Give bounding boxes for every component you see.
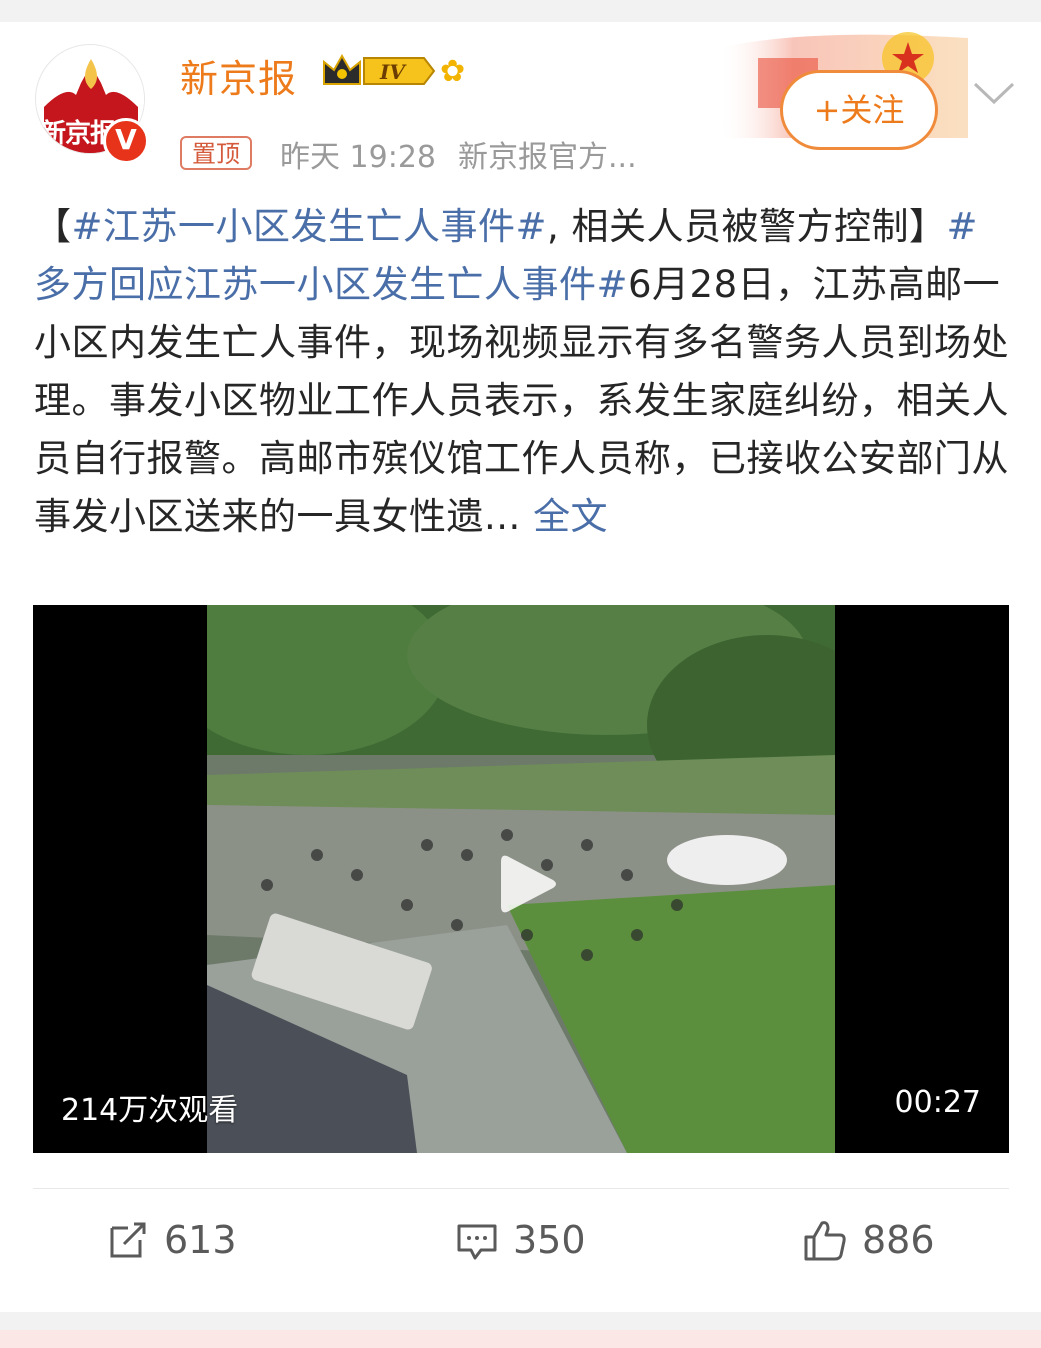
comment-icon xyxy=(457,1224,497,1260)
play-icon[interactable] xyxy=(493,850,561,918)
chevron-down-icon[interactable] xyxy=(972,80,1016,106)
post-title-rest: , 相关人员被警方控制】 xyxy=(547,205,947,248)
divider xyxy=(33,1188,1009,1189)
comment-button[interactable]: 350 xyxy=(455,1215,586,1265)
repost-count: 613 xyxy=(164,1218,237,1262)
crown-icon: IV xyxy=(323,53,436,85)
account-name[interactable]: 新京报 xyxy=(180,48,297,103)
verified-icon: V xyxy=(103,118,149,164)
video-duration: 00:27 xyxy=(894,1085,981,1120)
post-meta: 昨天 19:28 新京报官方... xyxy=(280,132,637,176)
bracket-open: 【 xyxy=(34,205,72,248)
comment-count: 350 xyxy=(513,1218,586,1262)
post-content: 【#江苏一小区发生亡人事件#, 相关人员被警方控制】#多方回应江苏一小区发生亡人… xyxy=(34,198,1014,546)
post-time: 昨天 19:28 xyxy=(280,140,436,175)
sunflower-icon: ✿ xyxy=(440,54,466,89)
pinned-tag: 置顶 xyxy=(180,136,252,170)
read-more-link[interactable]: 全文 xyxy=(533,495,608,538)
repost-button[interactable]: 613 xyxy=(106,1215,237,1265)
next-card-edge xyxy=(0,1330,1041,1348)
video-player[interactable]: 214万次观看 00:27 xyxy=(33,605,1009,1153)
like-icon xyxy=(804,1221,846,1261)
level-badge-text: IV xyxy=(379,60,407,84)
hashtag-link[interactable]: #江苏一小区发生亡人事件# xyxy=(72,205,548,248)
post-source: 新京报官方... xyxy=(458,140,637,175)
view-count: 214万次观看 xyxy=(61,1093,239,1128)
repost-icon xyxy=(110,1222,146,1258)
follow-button[interactable]: +关注 xyxy=(780,70,938,150)
like-count: 886 xyxy=(862,1218,935,1262)
like-button[interactable]: 886 xyxy=(802,1215,935,1265)
